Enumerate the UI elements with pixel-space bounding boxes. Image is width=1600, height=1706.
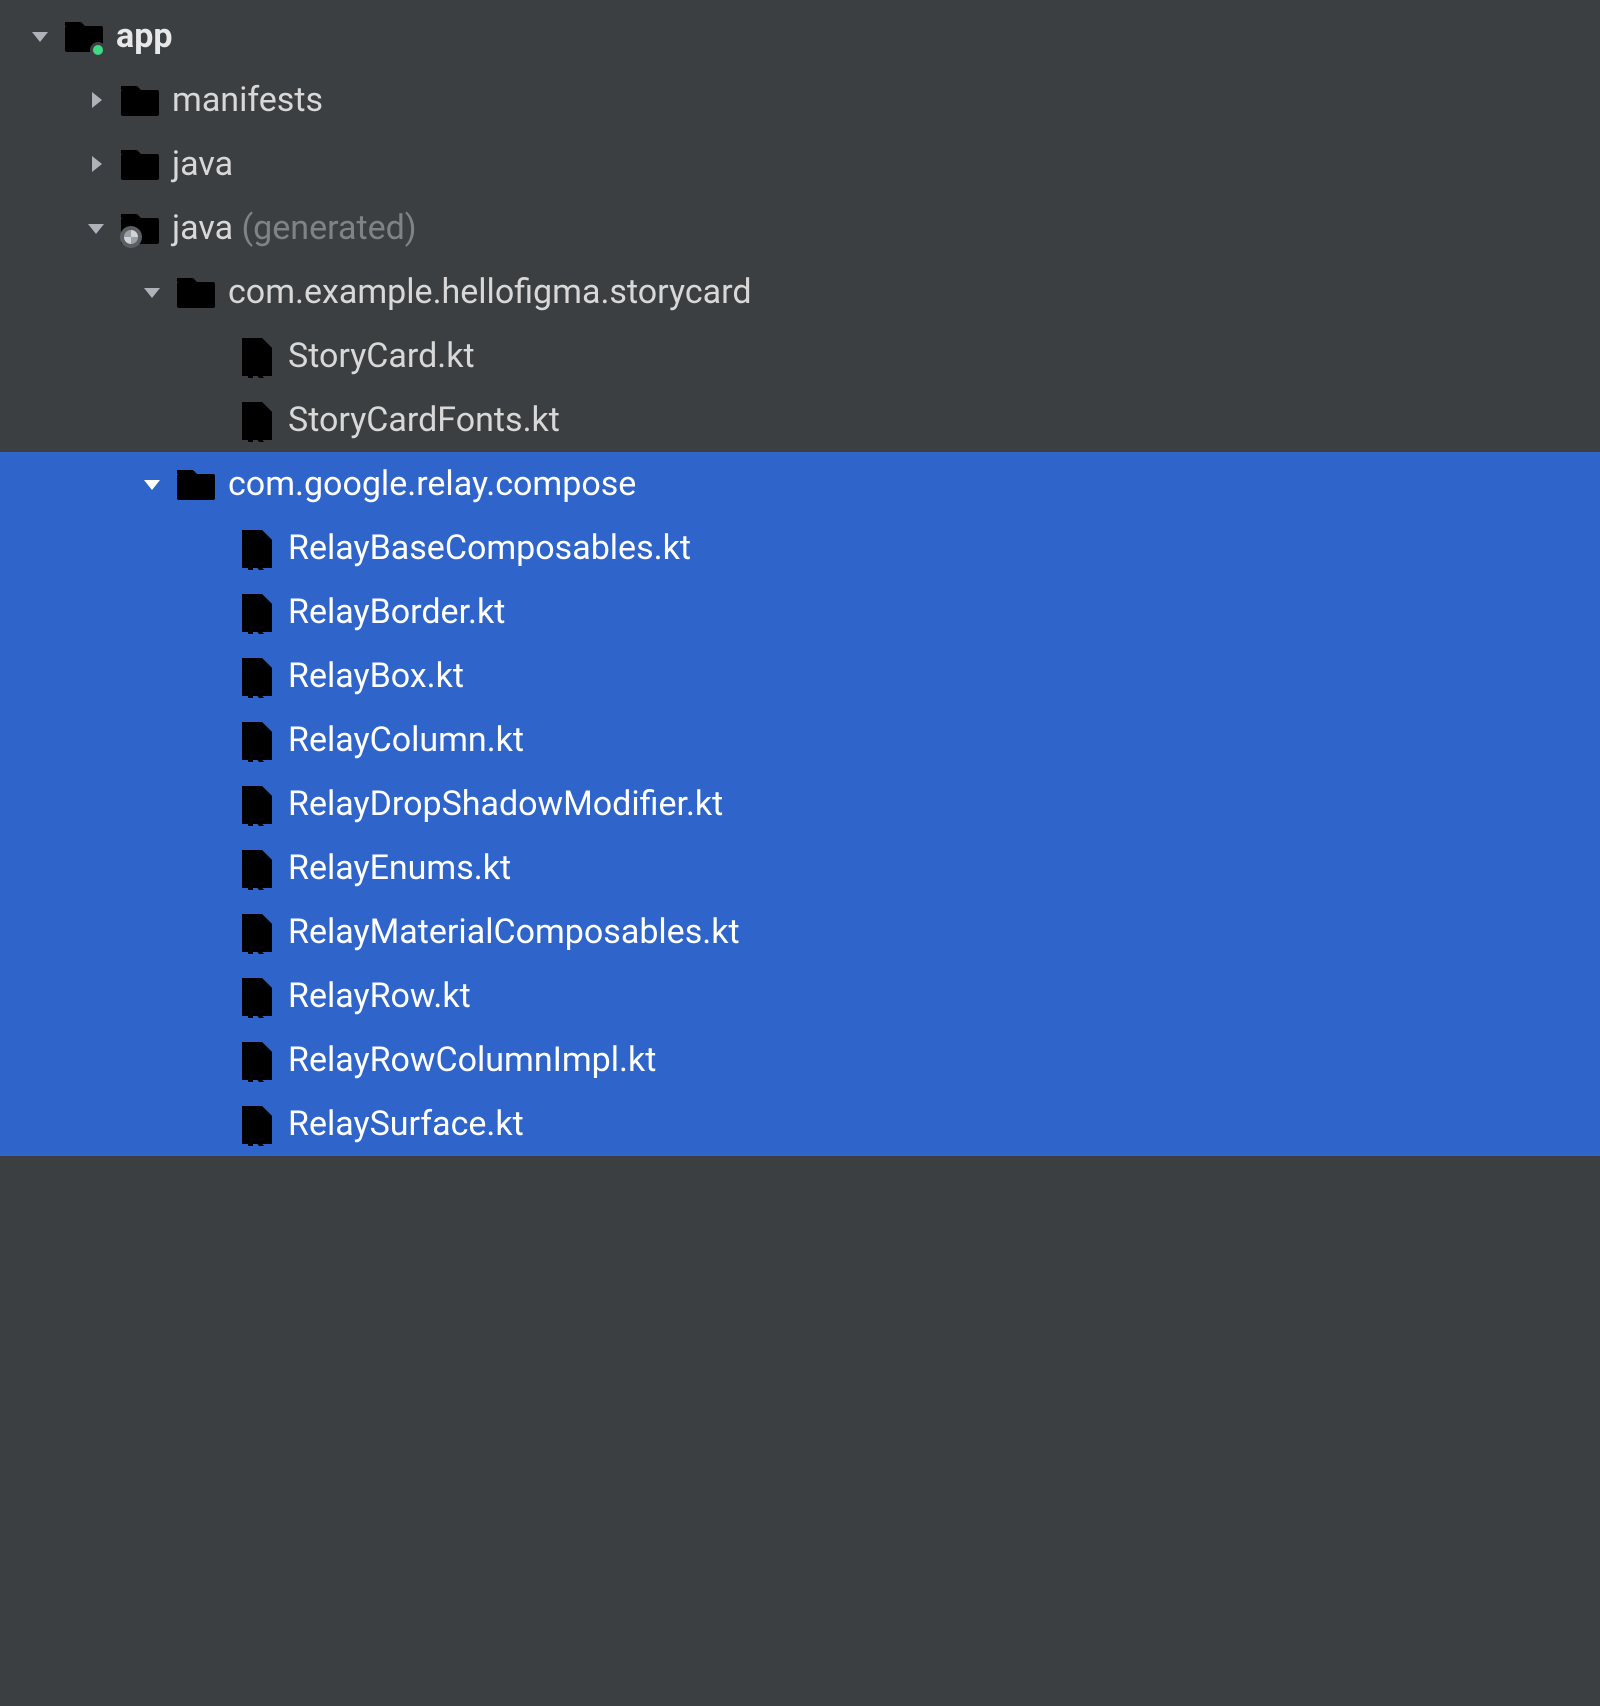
- kotlin-file-icon: [232, 652, 280, 700]
- tree-item-file[interactable]: RelayEnums.kt: [0, 836, 1600, 900]
- package-folder-icon: [172, 268, 220, 316]
- tree-item-app[interactable]: app: [0, 4, 1600, 68]
- kotlin-file-icon: [232, 972, 280, 1020]
- tree-item-java[interactable]: java: [0, 132, 1600, 196]
- tree-item-label: RelayRowColumnImpl.kt: [288, 1040, 656, 1080]
- tree-item-label: RelayDropShadowModifier.kt: [288, 784, 723, 824]
- tree-item-label: RelayBorder.kt: [288, 592, 505, 632]
- tree-item-label: RelayBox.kt: [288, 656, 464, 696]
- kotlin-file-icon: [232, 588, 280, 636]
- tree-item-file[interactable]: RelayDropShadowModifier.kt: [0, 772, 1600, 836]
- tree-item-suffix: (generated): [242, 208, 417, 248]
- tree-item-file[interactable]: RelayBorder.kt: [0, 580, 1600, 644]
- kotlin-file-icon: [232, 1036, 280, 1084]
- tree-item-file[interactable]: RelayMaterialComposables.kt: [0, 900, 1600, 964]
- tree-item-label: manifests: [172, 80, 323, 120]
- chevron-down-icon[interactable]: [132, 472, 172, 496]
- tree-item-label: RelayMaterialComposables.kt: [288, 912, 740, 952]
- kotlin-file-icon: [232, 524, 280, 572]
- tree-item-label: RelaySurface.kt: [288, 1104, 524, 1144]
- tree-item-label: com.google.relay.compose: [228, 464, 636, 504]
- kotlin-file-icon: [232, 908, 280, 956]
- tree-item-label: java: [172, 144, 233, 184]
- tree-item-file[interactable]: RelaySurface.kt: [0, 1092, 1600, 1156]
- tree-item-label: java: [172, 208, 233, 248]
- kotlin-file-icon: [232, 332, 280, 380]
- tree-item-label: RelayEnums.kt: [288, 848, 511, 888]
- tree-item-label: StoryCard.kt: [288, 336, 475, 376]
- chevron-down-icon[interactable]: [76, 216, 116, 240]
- tree-item-java-generated[interactable]: java (generated): [0, 196, 1600, 260]
- tree-item-manifests[interactable]: manifests: [0, 68, 1600, 132]
- tree-item-file[interactable]: StoryCard.kt: [0, 324, 1600, 388]
- kotlin-file-icon: [232, 716, 280, 764]
- package-folder-icon: [172, 460, 220, 508]
- chevron-down-icon[interactable]: [132, 280, 172, 304]
- chevron-down-icon[interactable]: [20, 24, 60, 48]
- tree-item-label: RelayRow.kt: [288, 976, 471, 1016]
- tree-item-label: StoryCardFonts.kt: [288, 400, 560, 440]
- tree-item-pkg-storycard[interactable]: com.example.hellofigma.storycard: [0, 260, 1600, 324]
- tree-item-file[interactable]: RelayBox.kt: [0, 644, 1600, 708]
- tree-item-label: RelayBaseComposables.kt: [288, 528, 691, 568]
- chevron-right-icon[interactable]: [76, 152, 116, 176]
- kotlin-file-icon: [232, 844, 280, 892]
- chevron-right-icon[interactable]: [76, 88, 116, 112]
- tree-item-pkg-relay[interactable]: com.google.relay.compose: [0, 452, 1600, 516]
- folder-icon: [116, 76, 164, 124]
- kotlin-file-icon: [232, 780, 280, 828]
- kotlin-file-icon: [232, 396, 280, 444]
- tree-item-file[interactable]: RelayRow.kt: [0, 964, 1600, 1028]
- tree-item-file[interactable]: StoryCardFonts.kt: [0, 388, 1600, 452]
- project-tree: app manifests java java (generated): [0, 0, 1600, 1156]
- tree-item-file[interactable]: RelayColumn.kt: [0, 708, 1600, 772]
- generated-folder-icon: [116, 204, 164, 252]
- folder-icon: [116, 140, 164, 188]
- tree-item-label: app: [116, 16, 172, 56]
- tree-item-file[interactable]: RelayRowColumnImpl.kt: [0, 1028, 1600, 1092]
- tree-item-label: com.example.hellofigma.storycard: [228, 272, 752, 312]
- kotlin-file-icon: [232, 1100, 280, 1148]
- module-folder-icon: [60, 12, 108, 60]
- tree-item-file[interactable]: RelayBaseComposables.kt: [0, 516, 1600, 580]
- tree-item-label: RelayColumn.kt: [288, 720, 524, 760]
